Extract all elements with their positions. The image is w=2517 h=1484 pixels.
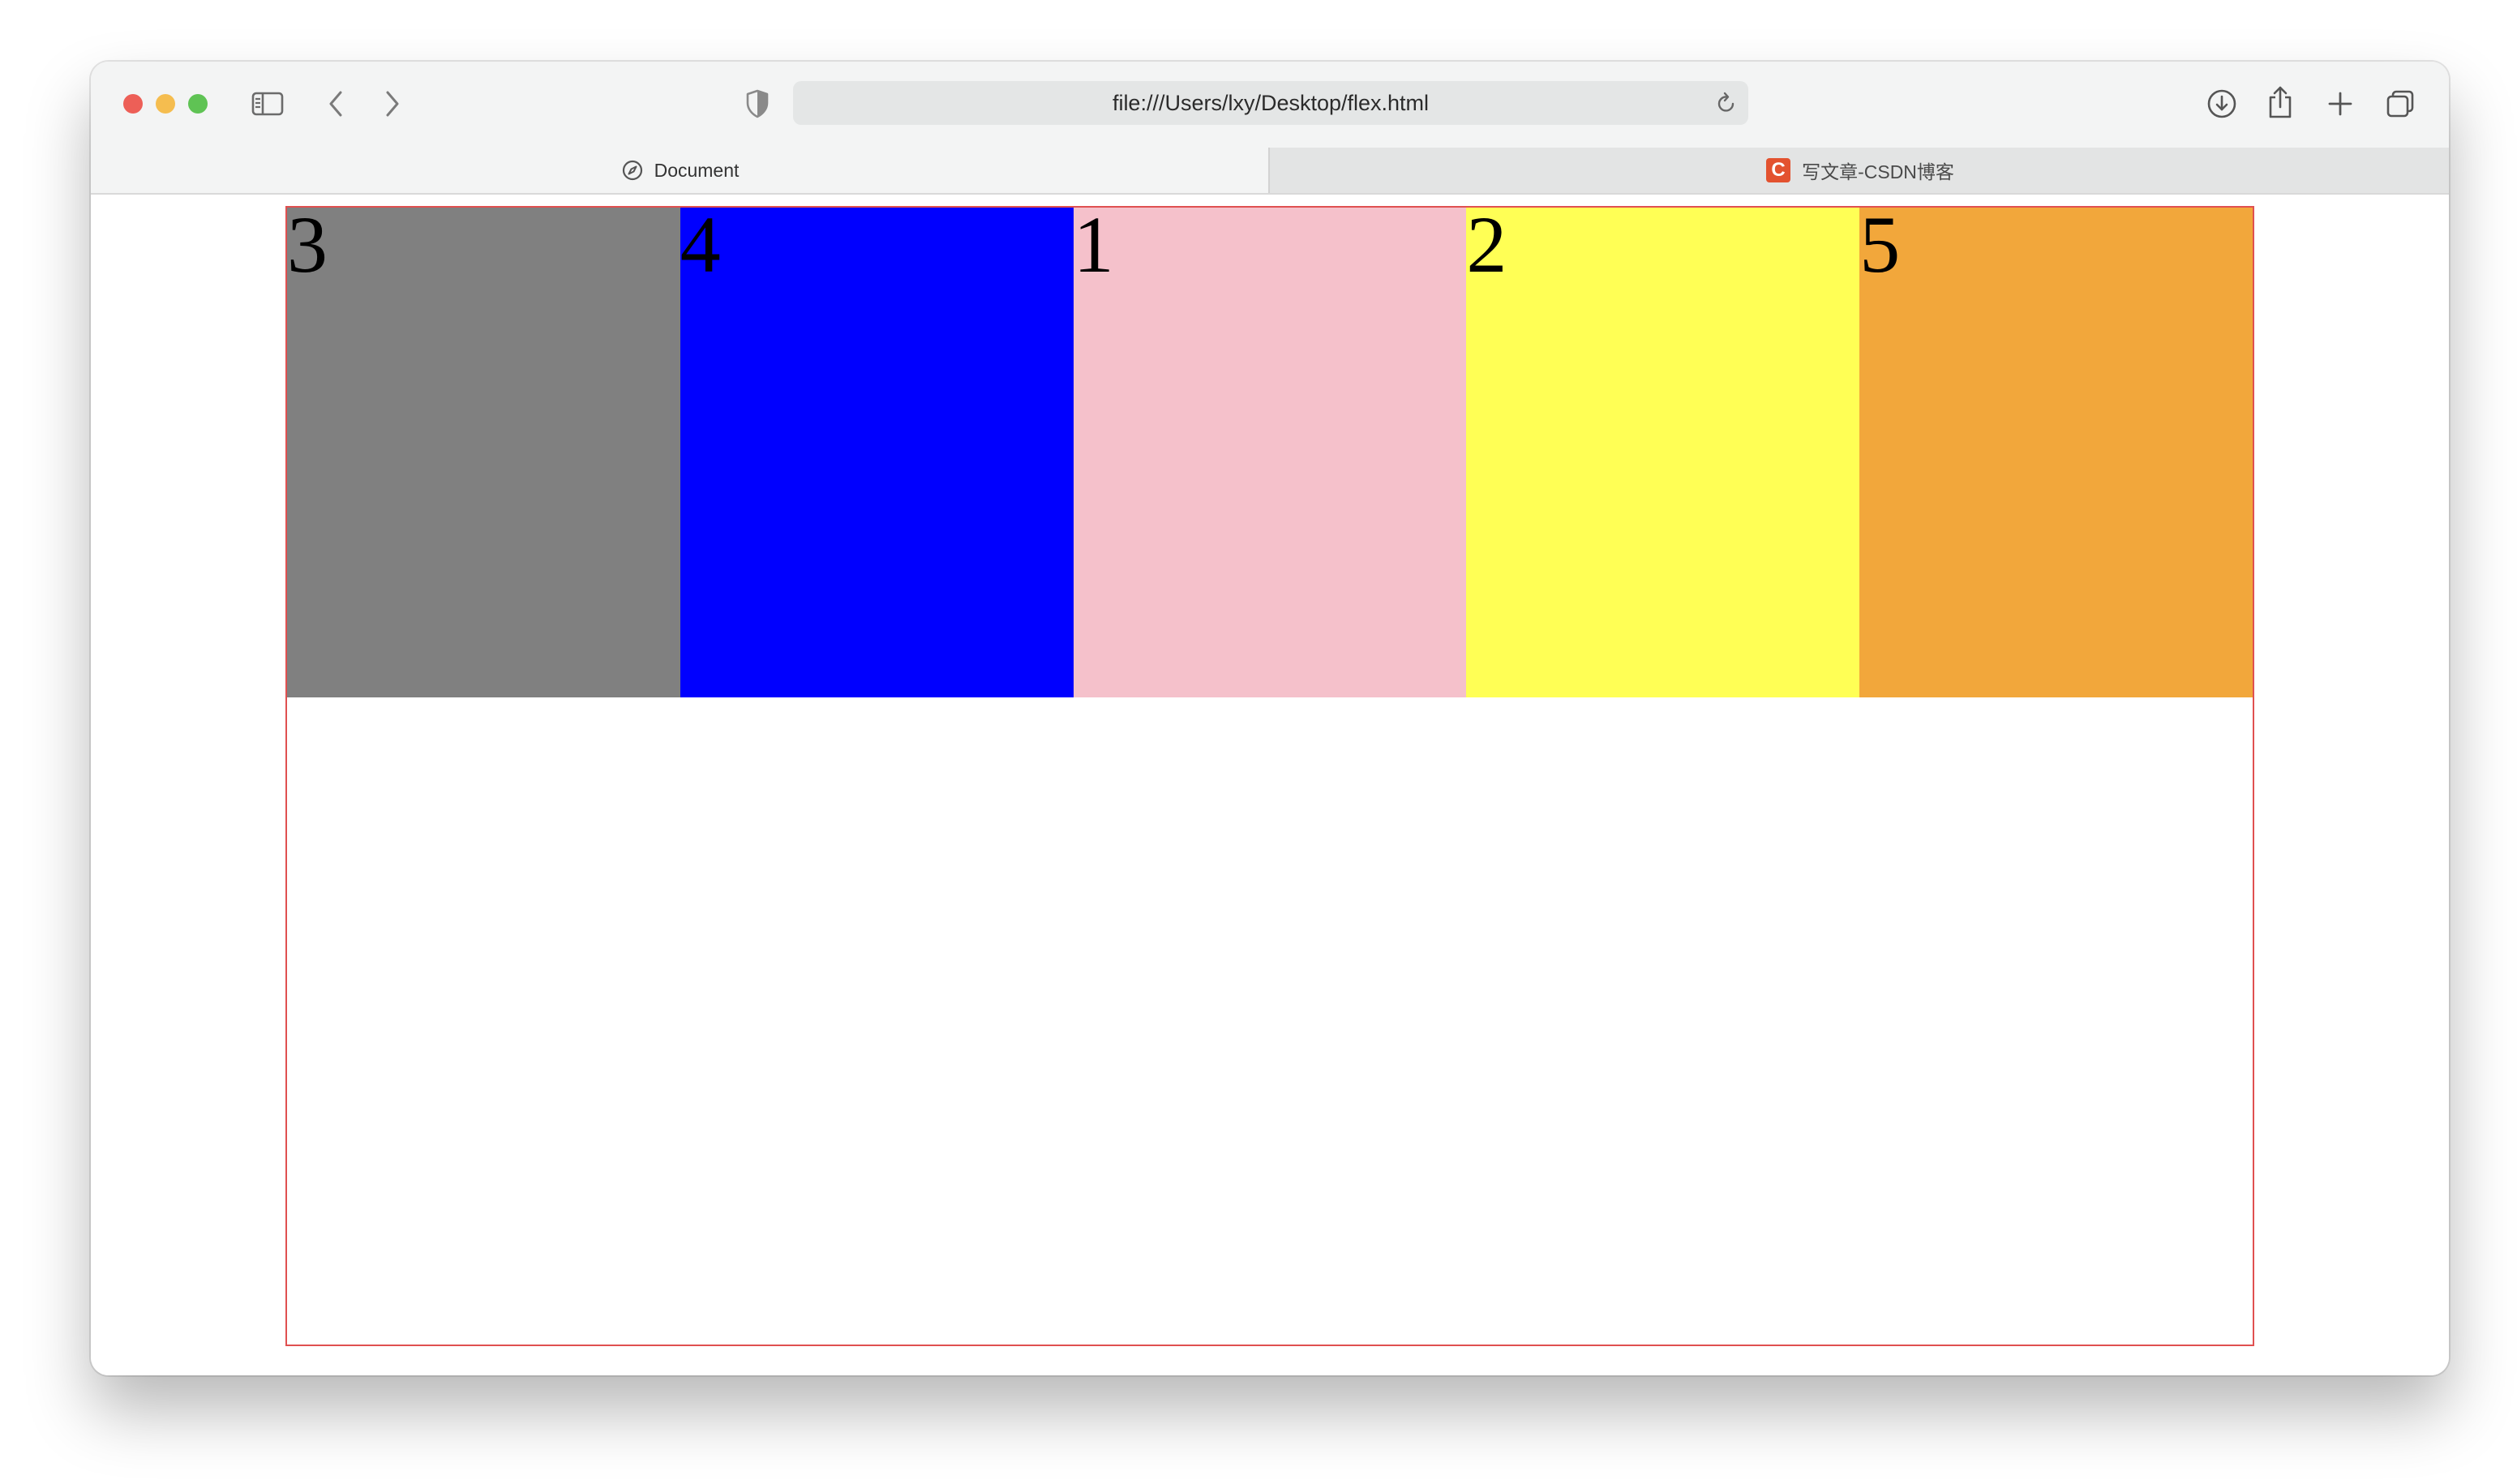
share-icon[interactable] [2262,83,2298,122]
compass-icon [620,158,645,182]
tab-bar: Document C 写文章-CSDN博客 [91,148,2449,195]
reload-icon[interactable] [1713,89,1740,117]
flex-item-3: 3 [287,204,680,697]
flex-item-5: 5 [1859,204,2253,697]
shield-icon[interactable] [740,84,775,123]
flex-item-1: 1 [1073,204,1467,697]
sidebar-icon[interactable] [250,86,285,122]
back-icon[interactable] [319,86,352,122]
browser-window: file:///Users/lxy/Desktop/flex.html Docu… [91,62,2449,1375]
flex-container: 3 4 1 2 5 [285,204,2254,1346]
zoom-window-button[interactable] [188,94,208,114]
new-tab-icon[interactable] [2322,86,2358,122]
download-icon[interactable] [2204,86,2240,122]
minimize-window-button[interactable] [156,94,175,114]
tab-document[interactable]: Document [91,148,1268,193]
forward-icon[interactable] [376,86,409,122]
flex-item-2: 2 [1466,204,1860,697]
address-bar[interactable]: file:///Users/lxy/Desktop/flex.html [793,81,1748,125]
close-window-button[interactable] [123,94,143,114]
flex-item-4: 4 [680,204,1074,697]
tab-csdn[interactable]: C 写文章-CSDN博客 [1268,148,2449,193]
page-content: 3 4 1 2 5 [91,195,2449,1375]
tab-title: 写文章-CSDN博客 [1802,161,1954,182]
browser-toolbar: file:///Users/lxy/Desktop/flex.html [91,62,2449,148]
tab-title: Document [654,159,740,181]
csdn-favicon: C [1766,158,1791,182]
tab-overview-icon[interactable] [2382,86,2418,122]
url-text[interactable]: file:///Users/lxy/Desktop/flex.html [793,81,1748,125]
